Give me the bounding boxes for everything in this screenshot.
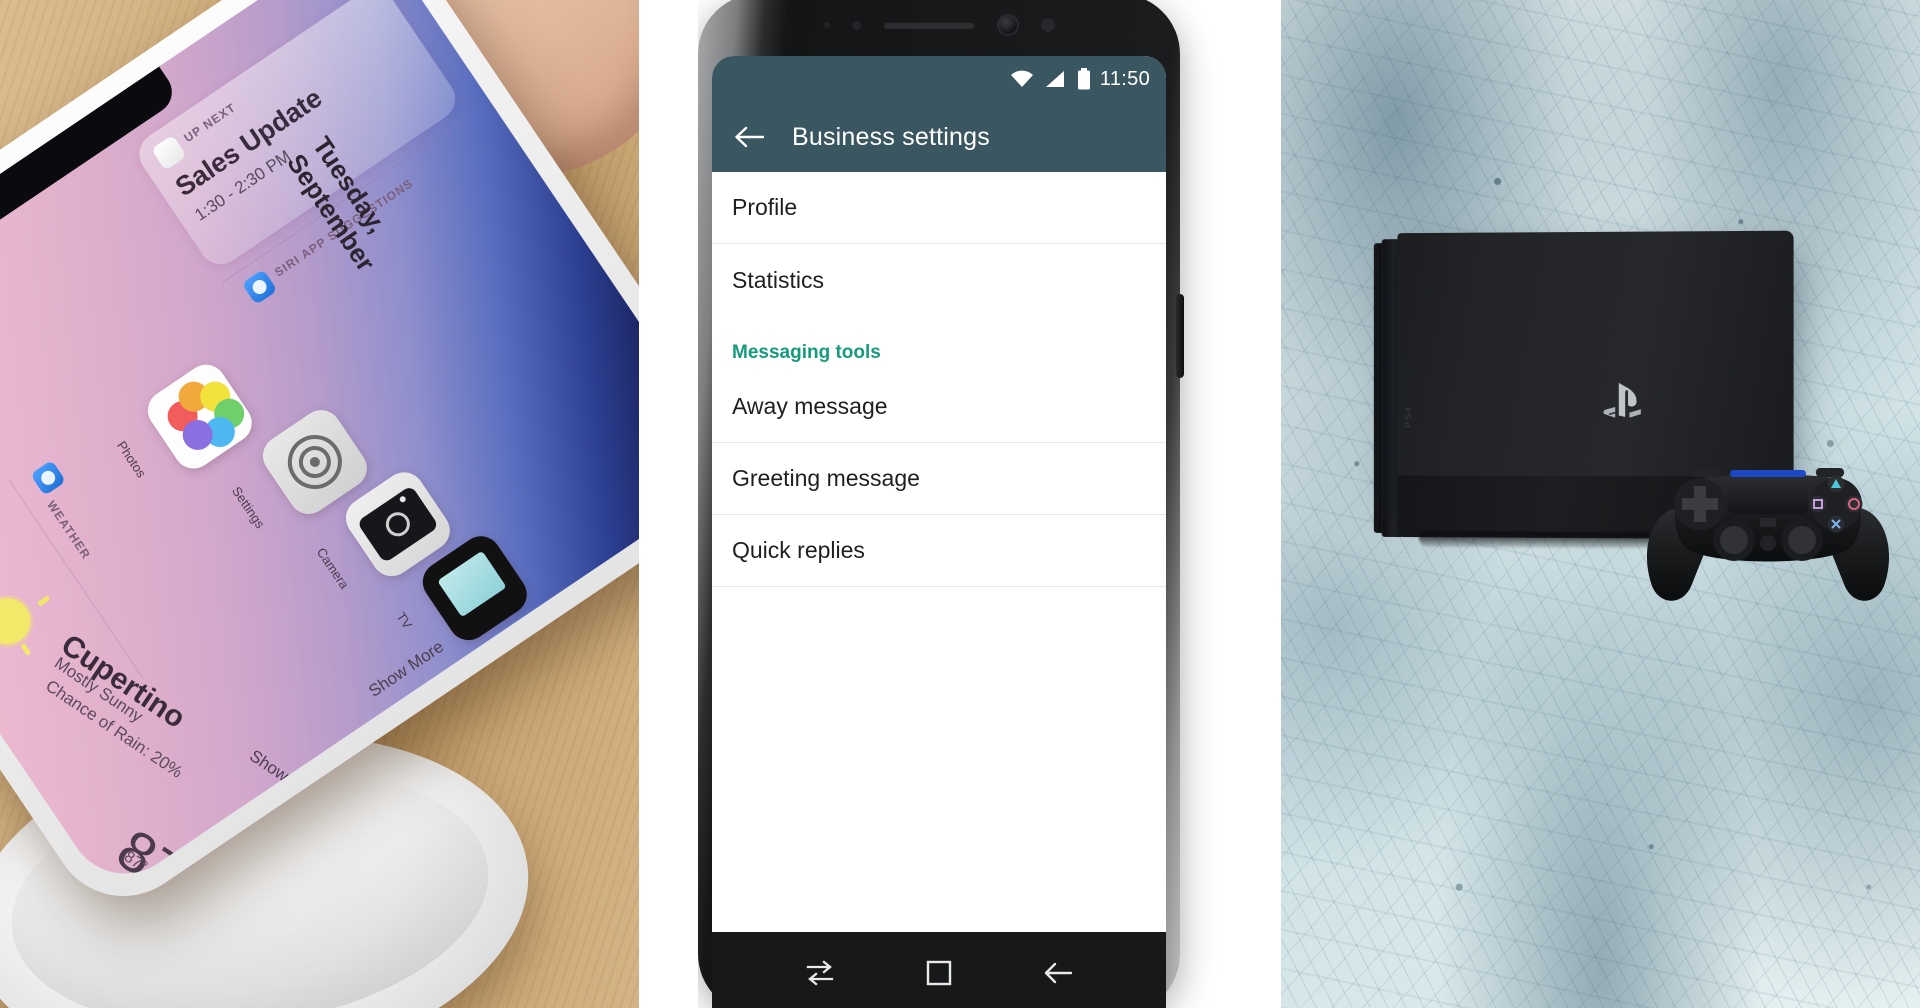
weather-app-icon — [30, 459, 67, 496]
dualshock-4-controller — [1646, 468, 1890, 601]
status-bar-clock: 11:50 — [1099, 67, 1150, 90]
touchpad — [1728, 478, 1808, 514]
android-phone-device: 11:50 Business settings Profile Statisti… — [698, 0, 1184, 1008]
speaker-grill — [1760, 518, 1776, 527]
panel-playstation-4-pro: PS4 — [1280, 0, 1920, 1008]
settings-list: Profile Statistics Messaging tools Away … — [712, 172, 1166, 932]
list-item-label: Statistics — [732, 266, 825, 293]
phone-screen: 11:50 Business settings Profile Statisti… — [712, 56, 1166, 1008]
recents-icon[interactable] — [804, 959, 836, 987]
list-item-greeting-message[interactable]: Greeting message — [712, 443, 1166, 515]
section-header-messaging-tools: Messaging tools — [732, 342, 881, 363]
app-bar-title: Business settings — [792, 122, 990, 151]
list-item-profile[interactable]: Profile — [712, 172, 1166, 244]
siri-icon — [241, 268, 278, 306]
panel-divider-right — [1279, 0, 1281, 1008]
back-arrow-icon[interactable] — [734, 125, 764, 149]
list-item-label: Greeting message — [732, 465, 920, 491]
right-stick — [1788, 526, 1816, 554]
panel-whatsapp-business-settings: 11:50 Business settings Profile Statisti… — [640, 0, 1280, 1008]
panel-divider-left — [639, 0, 641, 1008]
panel-iphone-wireless-charging: UP NEXT Sales Update 1:30 - 2:30 PM SIRI… — [0, 0, 640, 1008]
camera-label: Camera — [313, 544, 353, 592]
list-item-quick-replies[interactable]: Quick replies — [712, 515, 1166, 587]
photos-label: Photos — [114, 438, 150, 481]
three-panel-collage: UP NEXT Sales Update 1:30 - 2:30 PM SIRI… — [0, 0, 1920, 1008]
console-side-text: PS4 — [1403, 404, 1414, 428]
list-item-label: Quick replies — [732, 537, 865, 563]
list-item-label: Away message — [732, 392, 888, 419]
signal-icon — [1045, 71, 1064, 87]
weather-label: WEATHER — [44, 498, 94, 562]
app-bar: Business settings — [712, 102, 1166, 172]
right-white-gutter — [1222, 0, 1280, 1008]
playstation-logo-icon — [1603, 382, 1641, 418]
tv-label: TV — [393, 609, 416, 632]
list-item-away-message[interactable]: Away message — [712, 370, 1166, 442]
sun-icon — [0, 589, 40, 654]
back-icon[interactable] — [1042, 959, 1074, 987]
status-bar: 11:50 — [712, 56, 1166, 102]
front-camera-icon — [996, 14, 1019, 36]
battery-icon — [1077, 68, 1090, 90]
console-top-surface — [1397, 230, 1794, 485]
iris-scanner-icon — [1040, 18, 1055, 32]
ps-home-button — [1760, 535, 1776, 551]
siri-show-more[interactable]: Show More — [365, 637, 447, 702]
settings-label: Settings — [229, 483, 268, 532]
proximity-sensor-icon — [823, 22, 830, 28]
messaging-tools-group: Messaging tools Away message — [712, 316, 1166, 443]
list-item-statistics[interactable]: Statistics — [712, 244, 1166, 316]
list-item-label: Profile — [732, 194, 798, 220]
power-button[interactable] — [1176, 294, 1184, 378]
navigation-bar — [712, 932, 1166, 1008]
wifi-icon — [1010, 70, 1033, 87]
light-bar — [1730, 470, 1806, 477]
left-white-gutter — [640, 0, 698, 1008]
phone-top-bezel — [698, 0, 1180, 56]
earpiece-speaker — [882, 21, 975, 29]
photos-icon[interactable] — [140, 356, 260, 477]
home-icon[interactable] — [924, 958, 954, 988]
left-stick — [1720, 526, 1748, 554]
light-sensor-icon — [851, 20, 861, 30]
